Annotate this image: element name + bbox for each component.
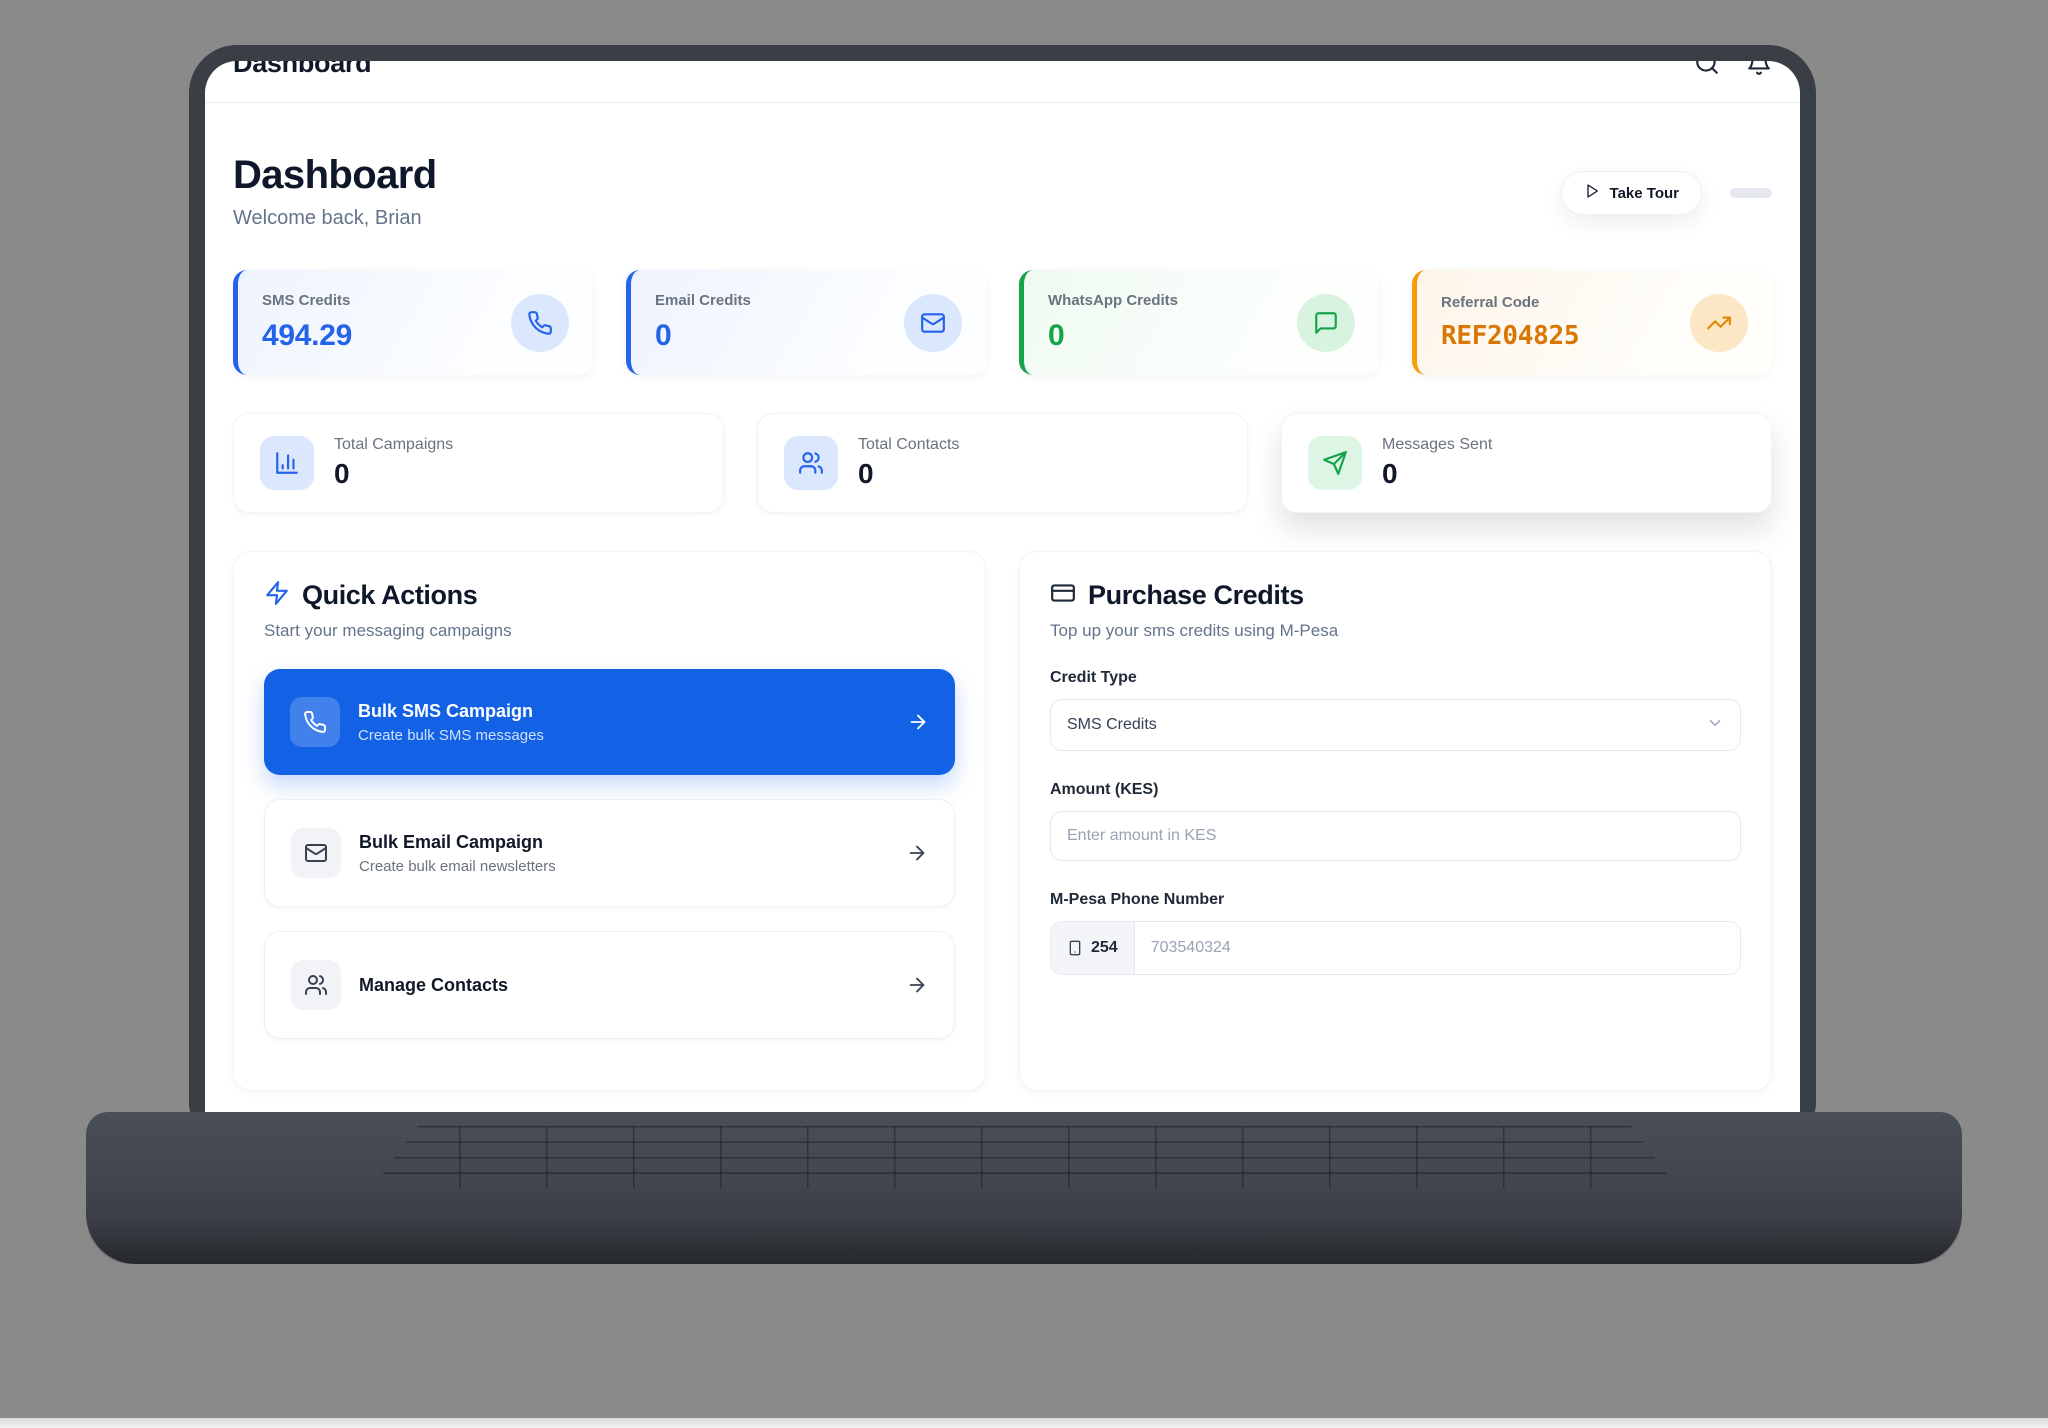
app-screen: Dashboard Dashboard Welcome back, Brian <box>205 61 1800 1114</box>
arrow-right-icon <box>906 842 928 864</box>
users-icon <box>784 436 838 490</box>
credit-cards-row: SMS Credits 494.29 Email Credits 0 <box>233 270 1772 375</box>
stat-value: 0 <box>1382 458 1492 490</box>
welcome-text: Welcome back, Brian <box>233 207 437 230</box>
messages-sent-card: Messages Sent 0 <box>1281 413 1772 513</box>
card-label: SMS Credits <box>262 292 352 309</box>
laptop-screen-bezel: Dashboard Dashboard Welcome back, Brian <box>189 45 1816 1130</box>
phone-label: M-Pesa Phone Number <box>1050 891 1741 909</box>
amount-input[interactable] <box>1050 811 1741 861</box>
referral-code-card: Referral Code REF204825 <box>1412 270 1772 375</box>
phone-icon <box>290 697 340 747</box>
total-campaigns-card: Total Campaigns 0 <box>233 413 724 513</box>
action-title: Bulk Email Campaign <box>359 832 556 853</box>
arrow-right-icon <box>906 974 928 996</box>
credit-type-value: SMS Credits <box>1067 716 1157 734</box>
play-icon <box>1584 183 1600 203</box>
bar-chart-icon <box>260 436 314 490</box>
manage-contacts-button[interactable]: Manage Contacts <box>264 931 955 1039</box>
quick-actions-subtitle: Start your messaging campaigns <box>264 621 955 641</box>
card-value: REF204825 <box>1441 321 1579 351</box>
phone-prefix-value: 254 <box>1091 939 1118 957</box>
whatsapp-credits-card: WhatsApp Credits 0 <box>1019 270 1379 375</box>
app-topbar: Dashboard <box>205 61 1800 103</box>
stat-label: Messages Sent <box>1382 436 1492 454</box>
bulk-sms-campaign-button[interactable]: Bulk SMS Campaign Create bulk SMS messag… <box>264 669 955 775</box>
stat-label: Total Campaigns <box>334 436 453 454</box>
bulk-email-campaign-button[interactable]: Bulk Email Campaign Create bulk email ne… <box>264 799 955 907</box>
mail-icon <box>904 294 962 352</box>
zap-icon <box>264 580 290 611</box>
send-icon <box>1308 436 1362 490</box>
collapsed-widget-handle[interactable] <box>1730 188 1772 198</box>
stat-label: Total Contacts <box>858 436 959 454</box>
laptop-trackpad <box>851 1194 1197 1252</box>
phone-country-prefix: 254 <box>1051 922 1135 974</box>
card-value: 0 <box>1048 319 1178 353</box>
quick-actions-panel: Quick Actions Start your messaging campa… <box>233 551 986 1091</box>
phone-input-group: 254 <box>1050 921 1741 975</box>
search-icon[interactable] <box>1694 61 1720 76</box>
card-label: Email Credits <box>655 292 751 309</box>
card-value: 494.29 <box>262 319 352 353</box>
phone-number-input[interactable] <box>1135 922 1740 974</box>
phone-icon <box>511 294 569 352</box>
action-subtitle: Create bulk SMS messages <box>358 727 544 744</box>
arrow-right-icon <box>907 711 929 733</box>
email-credits-card: Email Credits 0 <box>626 270 986 375</box>
users-icon <box>291 960 341 1010</box>
card-label: Referral Code <box>1441 294 1579 311</box>
floor-strip <box>0 1418 2048 1428</box>
mail-icon <box>291 828 341 878</box>
credit-type-select[interactable]: SMS Credits <box>1050 699 1741 751</box>
stats-row: Total Campaigns 0 Total Contacts 0 <box>233 413 1772 513</box>
purchase-credits-title: Purchase Credits <box>1088 580 1304 611</box>
trending-up-icon <box>1690 294 1748 352</box>
take-tour-label: Take Tour <box>1610 185 1679 202</box>
laptop-keyboard <box>372 1126 1677 1188</box>
purchase-credits-panel: Purchase Credits Top up your sms credits… <box>1019 551 1772 1091</box>
page-title: Dashboard <box>233 153 437 197</box>
take-tour-button[interactable]: Take Tour <box>1561 171 1702 215</box>
smartphone-icon <box>1067 940 1083 956</box>
stat-value: 0 <box>858 458 959 490</box>
action-title: Manage Contacts <box>359 975 508 996</box>
purchase-credits-subtitle: Top up your sms credits using M-Pesa <box>1050 621 1741 641</box>
credit-type-label: Credit Type <box>1050 669 1741 687</box>
credit-card-icon <box>1050 580 1076 611</box>
chat-bubble-icon <box>1297 294 1355 352</box>
card-label: WhatsApp Credits <box>1048 292 1178 309</box>
total-contacts-card: Total Contacts 0 <box>757 413 1248 513</box>
laptop-base <box>86 1112 1962 1264</box>
action-title: Bulk SMS Campaign <box>358 701 544 722</box>
card-value: 0 <box>655 319 751 353</box>
chevron-down-icon <box>1706 714 1724 737</box>
amount-label: Amount (KES) <box>1050 781 1741 799</box>
action-subtitle: Create bulk email newsletters <box>359 858 556 875</box>
stat-value: 0 <box>334 458 453 490</box>
bell-icon[interactable] <box>1746 61 1772 76</box>
topbar-title: Dashboard <box>233 61 371 79</box>
sms-credits-card: SMS Credits 494.29 <box>233 270 593 375</box>
quick-actions-title: Quick Actions <box>302 580 477 611</box>
